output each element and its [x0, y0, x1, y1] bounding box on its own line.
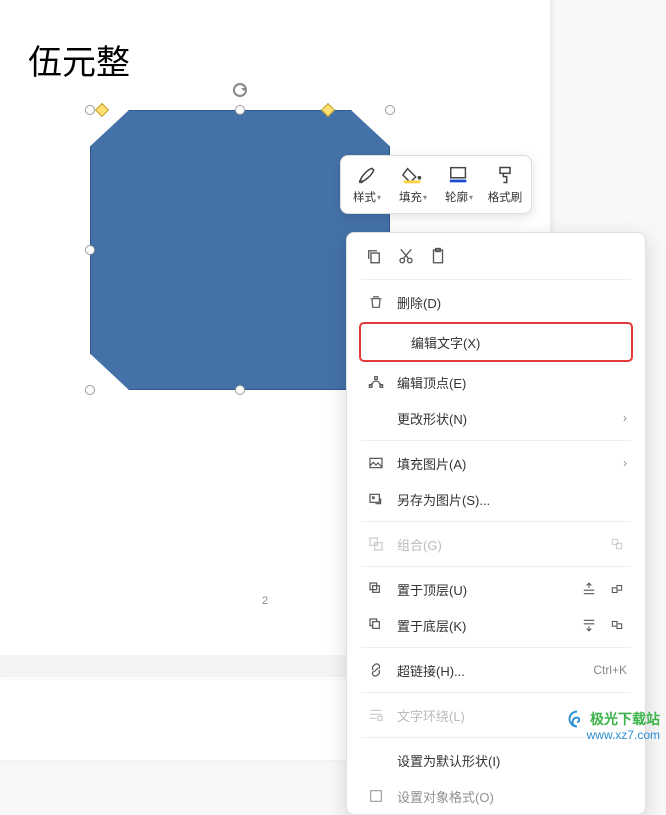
outline-button[interactable]: 轮廓▾ [437, 162, 481, 207]
bucket-icon [402, 164, 424, 186]
separator [361, 440, 631, 441]
format-object-icon [365, 788, 387, 804]
trash-icon [365, 294, 387, 310]
menu-label: 删除(D) [397, 293, 441, 312]
bring-forward-icon[interactable] [579, 580, 599, 598]
chevron-down-icon: ▾ [423, 193, 427, 202]
format-painter-label: 格式刷 [488, 189, 523, 205]
format-painter-icon [495, 164, 515, 186]
style-label: 样式 [353, 189, 376, 205]
separator [361, 692, 631, 693]
heading-text: 伍元整 [28, 35, 130, 84]
brush-icon [357, 164, 377, 186]
copy-button[interactable] [365, 247, 383, 265]
cut-button[interactable] [397, 247, 415, 265]
menu-group: 组合(G) [347, 526, 645, 562]
watermark-line1: 极光下载站 [590, 710, 660, 728]
menu-edit-points[interactable]: 编辑顶点(E) [347, 364, 645, 400]
menu-hyperlink[interactable]: 超链接(H)... Ctrl+K [347, 652, 645, 688]
menu-set-default[interactable]: 设置为默认形状(I) [347, 742, 645, 778]
group-icon [365, 536, 387, 552]
resize-handle[interactable] [385, 105, 395, 115]
swirl-icon [568, 710, 586, 728]
link-icon [365, 662, 387, 678]
separator [361, 521, 631, 522]
bring-front-all-icon[interactable] [607, 580, 627, 598]
chevron-right-icon: › [623, 411, 627, 425]
watermark: 极光下载站 www.xz7.com [568, 710, 660, 744]
style-button[interactable]: 样式▾ [345, 162, 389, 207]
menu-label: 更改形状(N) [397, 409, 467, 428]
send-backward-icon[interactable] [579, 616, 599, 634]
save-picture-icon [365, 491, 387, 507]
rotate-handle-icon[interactable] [233, 83, 247, 97]
fill-label: 填充 [399, 189, 422, 205]
highlight-box: 编辑文字(X) [359, 322, 633, 362]
menu-label: 超链接(H)... [397, 661, 465, 680]
chevron-right-icon: › [623, 456, 627, 470]
fill-button[interactable]: 填充▾ [391, 162, 435, 207]
menu-label: 置于底层(K) [397, 616, 466, 635]
separator [361, 566, 631, 567]
chevron-down-icon: ▾ [469, 193, 473, 202]
resize-handle[interactable] [85, 245, 95, 255]
menu-fill-picture[interactable]: 填充图片(A) › [347, 445, 645, 481]
outline-icon [448, 164, 470, 186]
menu-label: 填充图片(A) [397, 454, 466, 473]
menu-bring-front[interactable]: 置于顶层(U) [347, 571, 645, 607]
menu-delete[interactable]: 删除(D) [347, 284, 645, 320]
menu-edit-text[interactable]: 编辑文字(X) [361, 324, 631, 360]
menu-label: 文字环绕(L) [397, 706, 465, 725]
resize-handle[interactable] [235, 385, 245, 395]
menu-label: 设置对象格式(O) [397, 787, 494, 806]
menu-label: 设置为默认形状(I) [397, 751, 500, 770]
text-wrap-icon [365, 707, 387, 723]
menu-label: 编辑文字(X) [411, 333, 480, 352]
menu-change-shape[interactable]: 更改形状(N) › [347, 400, 645, 436]
octagon-shape[interactable] [90, 110, 390, 390]
paste-button[interactable] [429, 247, 447, 265]
watermark-line2: www.xz7.com [568, 728, 660, 744]
resize-handle[interactable] [235, 105, 245, 115]
menu-label: 置于顶层(U) [397, 580, 467, 599]
adjust-handle-icon[interactable] [95, 103, 109, 117]
send-back-all-icon[interactable] [607, 616, 627, 634]
separator [361, 279, 631, 280]
shortcut-text: Ctrl+K [593, 663, 627, 677]
group-sub-icon [607, 535, 627, 553]
menu-save-as-picture[interactable]: 另存为图片(S)... [347, 481, 645, 517]
clipboard-row [347, 239, 645, 275]
bring-front-icon [365, 581, 387, 597]
outline-label: 轮廓 [445, 189, 468, 205]
menu-label: 另存为图片(S)... [397, 490, 490, 509]
separator [361, 647, 631, 648]
mini-toolbar: 样式▾ 填充▾ 轮廓▾ 格式刷 [340, 155, 532, 214]
send-back-icon [365, 617, 387, 633]
menu-format-object[interactable]: 设置对象格式(O) [347, 778, 645, 814]
resize-handle[interactable] [85, 385, 95, 395]
edit-points-icon [365, 374, 387, 390]
picture-icon [365, 455, 387, 471]
menu-send-back[interactable]: 置于底层(K) [347, 607, 645, 643]
chevron-down-icon: ▾ [377, 193, 381, 202]
page-number: 2 [262, 595, 268, 607]
menu-label: 组合(G) [397, 535, 442, 554]
menu-label: 编辑顶点(E) [397, 373, 466, 392]
watermark-logo: 极光下载站 [568, 710, 660, 728]
resize-handle[interactable] [85, 105, 95, 115]
format-painter-button[interactable]: 格式刷 [483, 162, 527, 207]
